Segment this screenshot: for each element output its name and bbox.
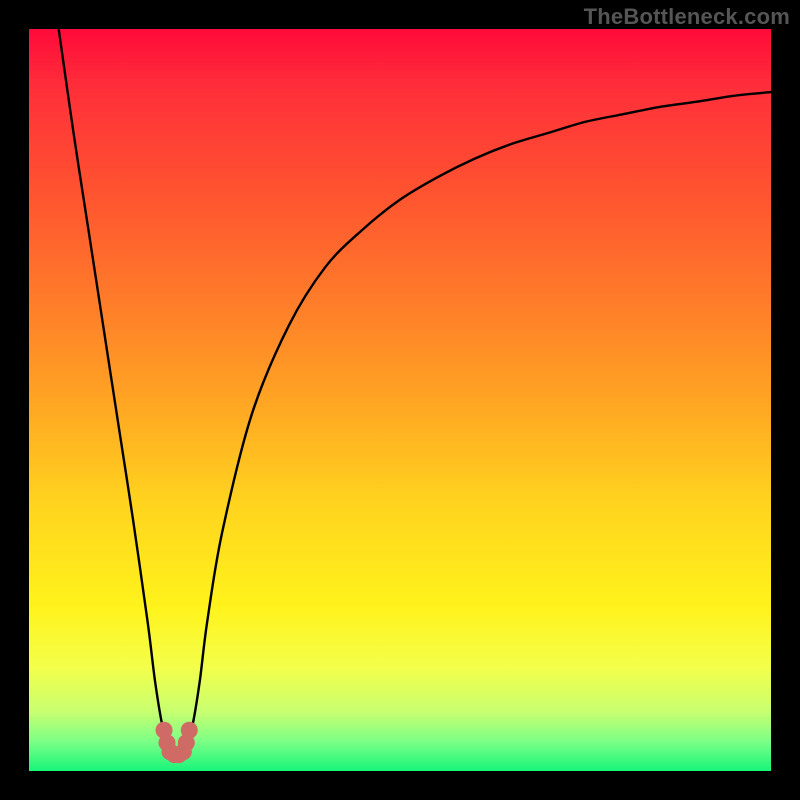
chart-frame [29, 29, 771, 771]
attribution-text: TheBottleneck.com [584, 4, 790, 30]
curve-minimum-markers [156, 722, 198, 763]
minimum-marker-dot [181, 722, 198, 739]
bottleneck-curve-path [59, 29, 771, 756]
bottleneck-curve-svg [29, 29, 771, 771]
